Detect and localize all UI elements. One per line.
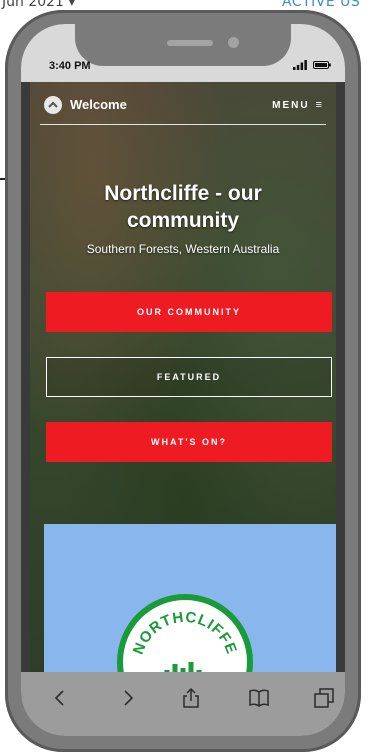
battery-icon [313, 61, 331, 69]
tabs-icon[interactable] [312, 686, 336, 710]
phone-notch [75, 24, 291, 66]
bookmarks-icon[interactable] [247, 686, 271, 710]
page-date-filter[interactable]: Jun 2021 ▾ [2, 0, 75, 10]
phone-body: 3:40 PM Welcome MENU ≡ Northcliffe - our… [21, 24, 345, 736]
hero-title-line1: Northcliffe - our [104, 182, 262, 205]
hero-title: Northcliffe - our community [30, 180, 336, 234]
signal-icon [293, 60, 307, 70]
menu-label: MENU [272, 100, 310, 111]
share-icon[interactable] [179, 686, 203, 710]
hamburger-icon: ≡ [315, 99, 322, 111]
speaker-grille [167, 40, 213, 46]
northcliffe-logo: NORTHCLIFFE [117, 594, 253, 678]
logo-text: NORTHCLIFFE [130, 609, 239, 657]
browser-toolbar [21, 672, 345, 736]
nav-title[interactable]: Welcome [70, 97, 127, 112]
phone-frame: 3:40 PM Welcome MENU ≡ Northcliffe - our… [5, 10, 361, 752]
menu-button[interactable]: MENU ≡ [272, 99, 322, 111]
web-viewport[interactable]: Welcome MENU ≡ Northcliffe - our communit… [30, 82, 336, 678]
whats-on-button[interactable]: WHAT'S ON? [46, 422, 332, 462]
our-community-button[interactable]: OUR COMMUNITY [46, 292, 332, 332]
svg-text:NORTHCLIFFE: NORTHCLIFFE [130, 609, 240, 657]
community-logo-card[interactable]: NORTHCLIFFE [44, 524, 336, 678]
site-nav: Welcome MENU ≡ [40, 94, 326, 125]
page-active-users-link[interactable]: ACTIVE US [282, 0, 374, 10]
camera-dot [228, 37, 239, 48]
forward-icon[interactable] [116, 686, 140, 710]
status-time: 3:40 PM [49, 60, 91, 72]
featured-button[interactable]: FEATURED [46, 357, 332, 397]
hero-title-line2: community [126, 209, 239, 232]
back-icon[interactable] [48, 686, 72, 710]
chevron-up-icon[interactable] [44, 96, 62, 114]
status-bar: 3:40 PM [21, 24, 345, 82]
hero-subtitle: Southern Forests, Western Australia [86, 242, 280, 256]
logo-artwork: NORTHCLIFFE [130, 609, 240, 678]
